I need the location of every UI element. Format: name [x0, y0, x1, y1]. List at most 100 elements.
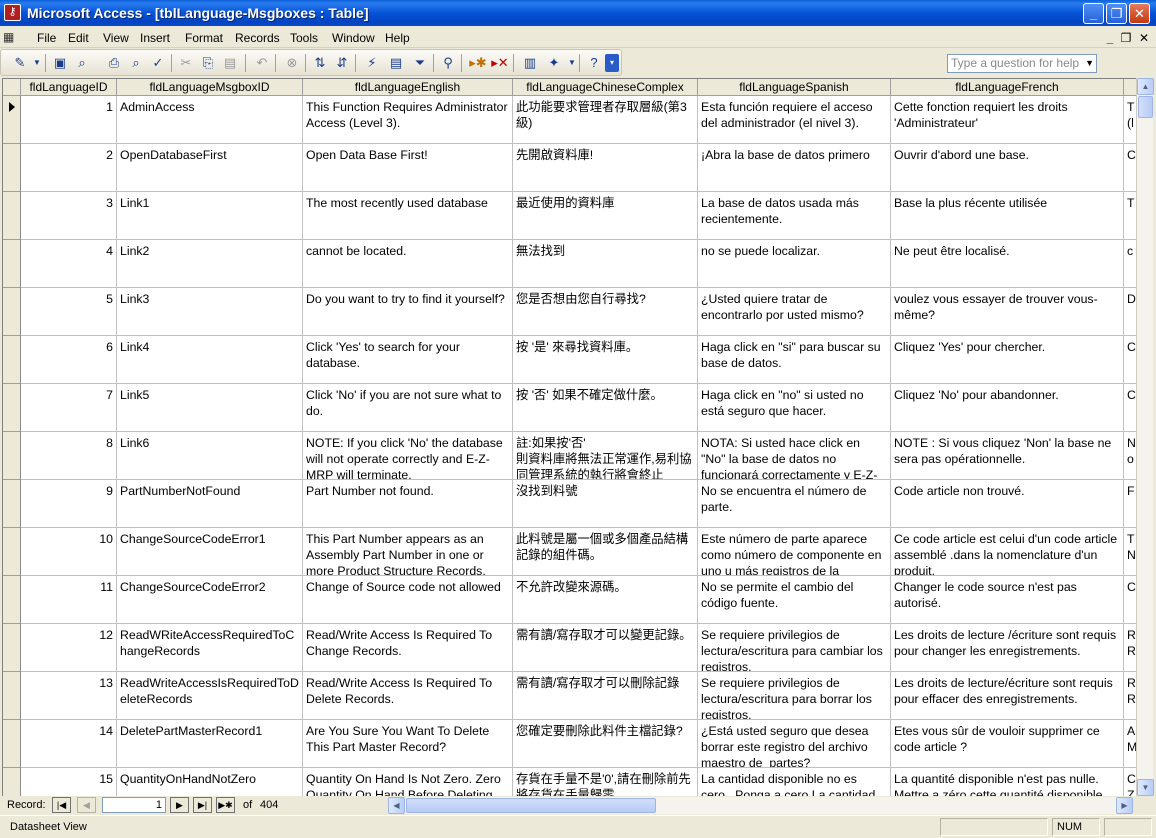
cell-french[interactable]: Cliquez 'Yes' pour chercher.: [891, 336, 1124, 384]
print-icon[interactable]: ⎙: [105, 54, 123, 72]
cell-language-id[interactable]: 10: [21, 528, 117, 576]
scroll-left-icon[interactable]: ◀: [388, 797, 405, 814]
record-selector[interactable]: [3, 672, 21, 720]
apply-filter-icon[interactable]: ⏷: [411, 54, 429, 72]
cell-spanish[interactable]: La base de datos usada más recientemente…: [698, 192, 891, 240]
cell-english[interactable]: Part Number not found.: [303, 480, 513, 528]
cell-spanish[interactable]: La cantidad disponible no es cero. Ponga…: [698, 768, 891, 796]
cell-spanish[interactable]: no se puede localizar.: [698, 240, 891, 288]
cell-msgbox-id[interactable]: ChangeSourceCodeError1: [117, 528, 303, 576]
menu-window[interactable]: Window: [332, 30, 375, 46]
print-preview-icon[interactable]: ⌕: [127, 54, 145, 72]
table-row[interactable]: 4 Link2 cannot be located. 無法找到 no se puede …: [3, 240, 1136, 288]
cell-msgbox-id[interactable]: Link2: [117, 240, 303, 288]
cell-msgbox-id[interactable]: ChangeSourceCodeError2: [117, 576, 303, 624]
cell-spanish[interactable]: Se requiere privilegios de lectura/escri…: [698, 624, 891, 672]
cell-msgbox-id[interactable]: OpenDatabaseFirst: [117, 144, 303, 192]
current-record-input[interactable]: 1: [102, 797, 166, 813]
cell-french[interactable]: Ouvrir d'abord une base.: [891, 144, 1124, 192]
cell-spanish[interactable]: Se requiere privilegios de lectura/escri…: [698, 672, 891, 720]
cell-english[interactable]: The most recently used database: [303, 192, 513, 240]
table-row[interactable]: 7 Link5 Click 'No' if you are not sure wha…: [3, 384, 1136, 432]
cell-french[interactable]: Ce code article est celui d'un code arti…: [891, 528, 1124, 576]
record-selector[interactable]: [3, 624, 21, 672]
cell-next-column[interactable]: C Z: [1124, 768, 1136, 796]
cell-msgbox-id[interactable]: PartNumberNotFound: [117, 480, 303, 528]
filter-by-form-icon[interactable]: ▤: [387, 54, 405, 72]
insert-hyperlink-icon[interactable]: ⊗: [283, 54, 301, 72]
record-selector[interactable]: [3, 528, 21, 576]
table-row[interactable]: 1 AdminAccess This Function Requires Admin…: [3, 96, 1136, 144]
cell-chinese[interactable]: 按 '否' 如果不確定做什麼。: [513, 384, 698, 432]
cell-chinese[interactable]: 此料號是屬一個或多個產品結構記錄的組件碼。: [513, 528, 698, 576]
cell-language-id[interactable]: 2: [21, 144, 117, 192]
cell-french[interactable]: La quantité disponible n'est pas nulle. …: [891, 768, 1124, 796]
toolbar-options-icon[interactable]: ▾: [605, 54, 619, 72]
cell-french[interactable]: Etes vous sûr de vouloir supprimer ce co…: [891, 720, 1124, 768]
cell-msgbox-id[interactable]: QuantityOnHandNotZero: [117, 768, 303, 796]
next-record-button[interactable]: ▶: [170, 797, 189, 813]
cell-msgbox-id[interactable]: Link4: [117, 336, 303, 384]
cell-language-id[interactable]: 12: [21, 624, 117, 672]
record-selector[interactable]: [3, 144, 21, 192]
cell-next-column[interactable]: C: [1124, 144, 1136, 192]
table-row[interactable]: 6 Link4 Click 'Yes' to search for your dat…: [3, 336, 1136, 384]
cell-chinese[interactable]: 先開啟資料庫!: [513, 144, 698, 192]
cell-french[interactable]: Cliquez 'No' pour abandonner.: [891, 384, 1124, 432]
record-selector[interactable]: [3, 432, 21, 480]
spelling-icon[interactable]: ✓: [149, 54, 167, 72]
cell-spanish[interactable]: Este número de parte aparece como número…: [698, 528, 891, 576]
menu-format[interactable]: Format: [185, 30, 223, 46]
cell-language-id[interactable]: 15: [21, 768, 117, 796]
cell-next-column[interactable]: c: [1124, 240, 1136, 288]
file-search-icon[interactable]: ⌕: [73, 54, 91, 72]
cut-icon[interactable]: ✂: [177, 54, 195, 72]
table-row[interactable]: 11 ChangeSourceCodeError2 Change of Source…: [3, 576, 1136, 624]
first-record-button[interactable]: |◀: [52, 797, 71, 813]
record-selector[interactable]: [3, 720, 21, 768]
cell-language-id[interactable]: 11: [21, 576, 117, 624]
menu-view[interactable]: View: [103, 30, 129, 46]
cell-msgbox-id[interactable]: AdminAccess: [117, 96, 303, 144]
undo-icon[interactable]: ↶: [253, 54, 271, 72]
cell-next-column[interactable]: F: [1124, 480, 1136, 528]
access-key-icon[interactable]: ⚷: [4, 4, 21, 21]
save-icon[interactable]: ▣: [51, 54, 69, 72]
cell-french[interactable]: Base la plus récente utilisée: [891, 192, 1124, 240]
column-header-id[interactable]: fldLanguageID: [21, 79, 117, 96]
cell-spanish[interactable]: ¡Abra la base de datos primero: [698, 144, 891, 192]
cell-next-column[interactable]: R R: [1124, 672, 1136, 720]
cell-spanish[interactable]: Esta función requiere el acceso del admi…: [698, 96, 891, 144]
cell-next-column[interactable]: C: [1124, 576, 1136, 624]
cell-spanish[interactable]: ¿Usted quiere tratar de encontrarlo por …: [698, 288, 891, 336]
cell-language-id[interactable]: 14: [21, 720, 117, 768]
cell-msgbox-id[interactable]: ReadWRiteAccessRequiredToChangeRecords: [117, 624, 303, 672]
cell-spanish[interactable]: NOTA: Si usted hace click en "No" la bas…: [698, 432, 891, 480]
paste-icon[interactable]: ▤: [221, 54, 239, 72]
cell-english[interactable]: Do you want to try to find it yourself?: [303, 288, 513, 336]
table-row[interactable]: 2 OpenDatabaseFirst Open Data Base First! 先…: [3, 144, 1136, 192]
cell-french[interactable]: NOTE : Si vous cliquez 'Non' la base ne …: [891, 432, 1124, 480]
cell-msgbox-id[interactable]: DeletePartMasterRecord1: [117, 720, 303, 768]
menu-file[interactable]: File: [37, 30, 56, 46]
design-view-icon[interactable]: ✎: [11, 54, 29, 72]
view-dropdown-icon[interactable]: ▼: [28, 54, 46, 72]
record-selector[interactable]: [3, 480, 21, 528]
record-selector[interactable]: [3, 192, 21, 240]
close-button[interactable]: ✕: [1129, 3, 1150, 24]
cell-spanish[interactable]: No se encuentra el número de parte.: [698, 480, 891, 528]
sort-descending-icon[interactable]: ⇵: [333, 54, 351, 72]
sort-ascending-icon[interactable]: ⇅: [311, 54, 329, 72]
cell-english[interactable]: Open Data Base First!: [303, 144, 513, 192]
new-object-icon[interactable]: ✦: [545, 54, 563, 72]
cell-language-id[interactable]: 9: [21, 480, 117, 528]
table-row[interactable]: 13 ReadWriteAccessIsRequiredToDeleteRecor…: [3, 672, 1136, 720]
doc-close-button[interactable]: ✕: [1136, 30, 1152, 46]
cell-chinese[interactable]: 註:如果按'否' 則資料庫將無法正常運作,易利協同管理系統的執行將會終止: [513, 432, 698, 480]
cell-next-column[interactable]: T N: [1124, 528, 1136, 576]
cell-language-id[interactable]: 4: [21, 240, 117, 288]
cell-spanish[interactable]: Haga click en "si" para buscar su base d…: [698, 336, 891, 384]
cell-language-id[interactable]: 13: [21, 672, 117, 720]
chevron-down-icon[interactable]: ▼: [1085, 55, 1094, 72]
cell-chinese[interactable]: 最近使用的資料庫: [513, 192, 698, 240]
